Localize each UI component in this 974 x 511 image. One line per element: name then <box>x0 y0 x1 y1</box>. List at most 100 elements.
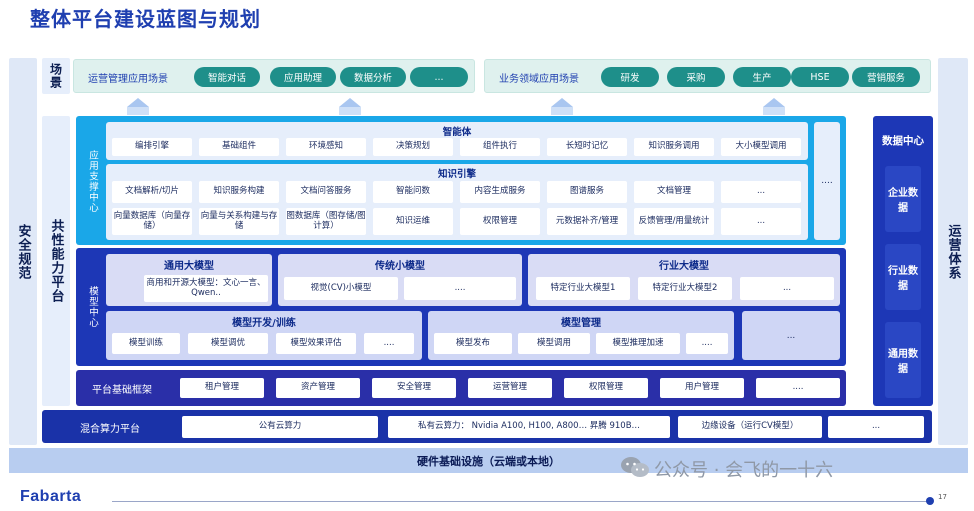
compute-more[interactable]: ... <box>828 416 924 438</box>
ops-scenario-label: 运营管理应用场景 <box>88 74 168 85</box>
industry-more[interactable]: ... <box>740 277 834 300</box>
model-evaluation[interactable]: 模型效果评估 <box>276 333 356 354</box>
industry-llm-title: 行业大模型 <box>659 261 709 272</box>
kn-service-build[interactable]: 知识服务构建 <box>199 181 279 203</box>
page-number: 17 <box>938 493 947 501</box>
kn-content-gen[interactable]: 内容生成服务 <box>460 181 540 203</box>
footer-dot <box>926 497 934 505</box>
footer-line <box>112 501 928 502</box>
asset-mgmt[interactable]: 资产管理 <box>276 378 360 398</box>
biz-pill-hse[interactable]: HSE <box>791 67 849 87</box>
private-cloud-compute[interactable]: 私有云算力： Nvidia A100, H100, A800… 昇腾 910B… <box>388 416 670 438</box>
agent-item-knowledge-call[interactable]: 知识服务调用 <box>634 138 714 156</box>
permission-mgmt[interactable]: 权限管理 <box>564 378 648 398</box>
public-cloud-compute[interactable]: 公有云算力 <box>182 416 378 438</box>
knowledge-panel: 知识引擎 文档解析/切片 知识服务构建 文档问答服务 智能问数 内容生成服务 图… <box>106 164 808 240</box>
ops-pill-chat[interactable]: 智能对话 <box>194 67 260 87</box>
general-llm-title: 通用大模型 <box>164 261 214 272</box>
industry-data[interactable]: 行业数据 <box>885 244 921 310</box>
agent-item-model-call[interactable]: 大小模型调用 <box>721 138 801 156</box>
general-data[interactable]: 通用数据 <box>885 322 921 398</box>
kn-graph-db[interactable]: 图数据库（图存储/图计算） <box>286 208 366 235</box>
security-rail-label: 安全规范 <box>15 223 31 280</box>
traditional-more[interactable]: .... <box>404 277 516 300</box>
ops-pill-more[interactable]: ... <box>410 67 468 87</box>
biz-pill-rd[interactable]: 研发 <box>601 67 659 87</box>
kn-doc-qa[interactable]: 文档问答服务 <box>286 181 366 203</box>
model-tuning[interactable]: 模型调优 <box>188 333 268 354</box>
industry-model-1[interactable]: 特定行业大模型1 <box>536 277 630 300</box>
agent-item-components[interactable]: 基础组件 <box>199 138 279 156</box>
compute-label: 混合算力平台 <box>80 424 140 435</box>
scenario-label-box: 场景 <box>42 58 70 94</box>
agent-panel: 智能体 编排引擎 基础组件 环境感知 决策规划 组件执行 长短时记忆 知识服务调… <box>106 122 808 160</box>
industry-model-2[interactable]: 特定行业大模型2 <box>638 277 732 300</box>
ops-pill-assistant[interactable]: 应用助理 <box>270 67 336 87</box>
kn-smart-query[interactable]: 智能问数 <box>373 181 453 203</box>
wechat-icon <box>621 457 649 477</box>
kn-permissions[interactable]: 权限管理 <box>460 208 540 235</box>
watermark: 公众号 · 会飞的一十六 <box>620 453 940 481</box>
traditional-model-panel: 传统小模型 视觉(CV)小模型 .... <box>278 254 522 306</box>
kn-vector-db[interactable]: 向量数据库（向量存储） <box>112 208 192 235</box>
operations-rail-label: 运营体系 <box>945 223 961 280</box>
agent-item-execution[interactable]: 组件执行 <box>460 138 540 156</box>
ops-pill-analysis[interactable]: 数据分析 <box>340 67 406 87</box>
platform-base-label: 平台基础框架 <box>92 385 152 396</box>
model-mgmt-more[interactable]: .... <box>686 333 728 354</box>
agent-item-memory[interactable]: 长短时记忆 <box>547 138 627 156</box>
operation-mgmt[interactable]: 运营管理 <box>468 378 552 398</box>
knowledge-title: 知识引擎 <box>437 169 476 180</box>
kn-ops[interactable]: 知识运维 <box>373 208 453 235</box>
kn-metadata[interactable]: 元数据补齐/管理 <box>547 208 627 235</box>
model-training[interactable]: 模型训练 <box>112 333 180 354</box>
app-center-more[interactable]: .... <box>814 122 840 240</box>
biz-scenario-box: 业务领域应用场景 研发 采购 生产 HSE 营销服务 <box>484 59 931 93</box>
model-invoke[interactable]: 模型调用 <box>518 333 590 354</box>
kn-doc-parse[interactable]: 文档解析/切片 <box>112 181 192 203</box>
model-dev-panel: 模型开发/训练 模型训练 模型调优 模型效果评估 .... <box>106 311 422 360</box>
cv-small-model[interactable]: 视觉(CV)小模型 <box>284 277 398 300</box>
ops-scenario-box: 运营管理应用场景 智能对话 应用助理 数据分析 ... <box>73 59 475 93</box>
biz-scenario-label: 业务领域应用场景 <box>499 74 579 85</box>
data-center-title: 数据中心 <box>873 120 933 162</box>
kn-graph-service[interactable]: 图谱服务 <box>547 181 627 203</box>
app-center-label: 应用支撑中心 <box>87 150 98 213</box>
biz-pill-production[interactable]: 生产 <box>733 67 791 87</box>
shared-platform-label: 共性能力平台 <box>48 219 64 303</box>
tenant-mgmt[interactable]: 租户管理 <box>180 378 264 398</box>
kn-row1-more[interactable]: ... <box>721 181 801 203</box>
shared-platform-label-box: 共性能力平台 <box>42 116 70 406</box>
up-arrow-4 <box>763 98 785 115</box>
biz-pill-marketing[interactable]: 营销服务 <box>852 67 920 87</box>
enterprise-data[interactable]: 企业数据 <box>885 166 921 232</box>
model-dev-title: 模型开发/训练 <box>232 318 296 329</box>
watermark-text: 公众号 · 会飞的一十六 <box>654 460 834 481</box>
model-center: 模型中心 通用大模型 商用和开源大模型：文心一言、Qwen.. 传统小模型 视觉… <box>76 248 846 366</box>
security-mgmt[interactable]: 安全管理 <box>372 378 456 398</box>
agent-item-planning[interactable]: 决策规划 <box>373 138 453 156</box>
traditional-model-title: 传统小模型 <box>375 261 425 272</box>
biz-pill-purchase[interactable]: 采购 <box>667 67 725 87</box>
app-center-label-wrap: 应用支撑中心 <box>80 124 104 239</box>
kn-vector-relation[interactable]: 向量与关系构建与存储 <box>199 208 279 235</box>
model-inference-accel[interactable]: 模型推理加速 <box>596 333 680 354</box>
platform-base-more[interactable]: .... <box>756 378 840 398</box>
edge-devices[interactable]: 边缘设备（运行CV模型） <box>678 416 822 438</box>
kn-feedback[interactable]: 反馈管理/用量统计 <box>634 208 714 235</box>
general-llm-item[interactable]: 商用和开源大模型：文心一言、Qwen.. <box>144 275 268 302</box>
kn-doc-mgmt[interactable]: 文档管理 <box>634 181 714 203</box>
operations-rail: 运营体系 <box>938 58 968 445</box>
agent-item-perception[interactable]: 环境感知 <box>286 138 366 156</box>
model-mgmt-panel: 模型管理 模型发布 模型调用 模型推理加速 .... <box>428 311 734 360</box>
model-dev-more[interactable]: .... <box>364 333 414 354</box>
model-center-more[interactable]: ... <box>742 311 840 360</box>
model-center-label: 模型中心 <box>87 286 98 328</box>
model-center-label-wrap: 模型中心 <box>80 254 104 360</box>
model-mgmt-title: 模型管理 <box>561 318 601 329</box>
model-release[interactable]: 模型发布 <box>434 333 512 354</box>
agent-title: 智能体 <box>442 127 472 138</box>
kn-row2-more[interactable]: ... <box>721 208 801 235</box>
user-mgmt[interactable]: 用户管理 <box>660 378 744 398</box>
agent-item-orchestration[interactable]: 编排引擎 <box>112 138 192 156</box>
